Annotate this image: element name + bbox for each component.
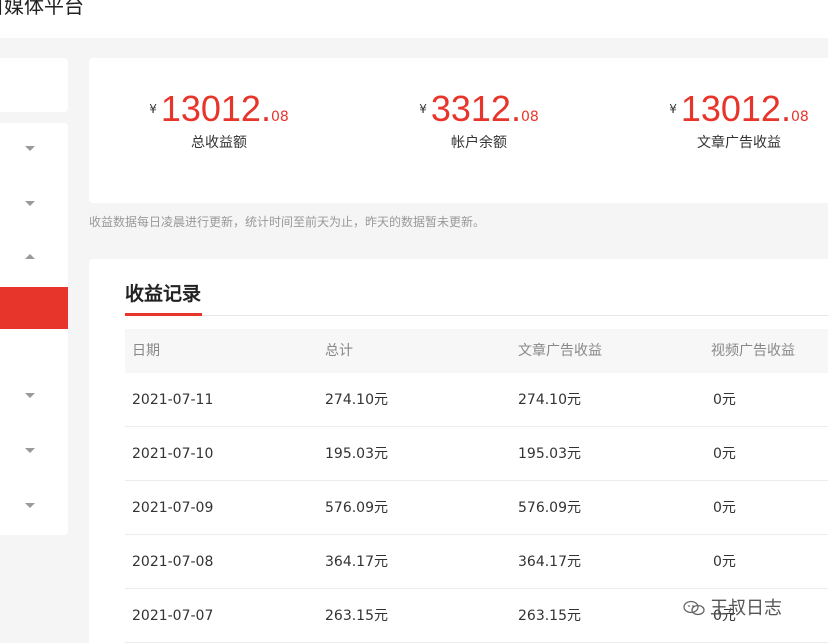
chevron-up-icon (25, 254, 35, 259)
cell-article-ad: 576.09元 (518, 500, 581, 516)
total-earnings-label: 总收益额 (191, 135, 247, 151)
cell-total: 274.10元 (325, 392, 388, 408)
sidebar-item-3[interactable] (0, 238, 68, 280)
cell-article-ad: 195.03元 (518, 446, 581, 462)
title-active-underline (125, 313, 202, 316)
account-balance-stat: ¥3312.08 帐户余额 (379, 88, 579, 152)
cell-date: 2021-07-10 (132, 446, 214, 462)
sidebar-item-6[interactable] (0, 430, 68, 472)
cell-video-ad: 0元 (713, 500, 736, 516)
cell-video-ad: 0元 (713, 446, 736, 462)
earnings-summary-card: ¥13012.08 总收益额 ¥3312.08 帐户余额 ¥13012.08 文… (89, 58, 828, 203)
amount-integer: 13012 (160, 88, 261, 129)
title-divider (125, 315, 828, 316)
currency-symbol: ¥ (669, 102, 677, 116)
article-ad-earnings-stat: ¥13012.08 文章广告收益 (639, 88, 828, 152)
chevron-down-icon (25, 201, 35, 206)
currency-symbol: ¥ (419, 102, 427, 116)
update-notice: 收益数据每日凌晨进行更新，统计时间至前天为止，昨天的数据暂未更新。 (89, 215, 486, 229)
column-header-article-ad: 文章广告收益 (518, 343, 602, 359)
amount-integer: 3312 (430, 88, 511, 129)
sidebar-item-1[interactable] (0, 128, 68, 170)
article-ad-earnings-label: 文章广告收益 (697, 135, 781, 151)
currency-symbol: ¥ (149, 102, 157, 116)
table-header: 日期 总计 文章广告收益 视频广告收益 (125, 329, 828, 373)
sidebar-item-5[interactable] (0, 375, 68, 417)
watermark-text: 王叔日志 (710, 598, 782, 619)
top-bar: 自媒体平台 (0, 0, 828, 38)
cell-article-ad: 274.10元 (518, 392, 581, 408)
cell-total: 364.17元 (325, 554, 388, 570)
amount-dot: . (260, 88, 271, 129)
records-title: 收益记录 (125, 283, 202, 305)
cell-video-ad: 0元 (713, 392, 736, 408)
amount-dot: . (510, 88, 521, 129)
amount-decimal: 08 (270, 109, 289, 125)
cell-date: 2021-07-08 (132, 554, 214, 570)
chevron-down-icon (25, 503, 35, 508)
cell-date: 2021-07-09 (132, 500, 214, 516)
column-header-date: 日期 (132, 343, 160, 359)
table-row: 2021-07-08 364.17元 364.17元 0元 (125, 535, 828, 589)
sidebar-item-2[interactable] (0, 183, 68, 225)
sidebar-top-card (0, 58, 68, 112)
cell-article-ad: 364.17元 (518, 554, 581, 570)
table-row: 2021-07-09 576.09元 576.09元 0元 (125, 481, 828, 535)
chevron-down-icon (25, 448, 35, 453)
cell-date: 2021-07-11 (132, 392, 214, 408)
chevron-down-icon (25, 393, 35, 398)
cell-total: 195.03元 (325, 446, 388, 462)
amount-integer: 13012 (680, 88, 781, 129)
column-header-total: 总计 (325, 343, 353, 359)
total-earnings-stat: ¥13012.08 总收益额 (119, 88, 319, 152)
watermark: 王叔日志 (682, 594, 782, 620)
cell-total: 263.15元 (325, 608, 388, 624)
column-header-video-ad: 视频广告收益 (711, 343, 795, 359)
earnings-records-card: 收益记录 日期 总计 文章广告收益 视频广告收益 2021-07-11 274.… (89, 259, 828, 643)
article-ad-earnings-amount: ¥13012.08 (639, 88, 828, 130)
amount-dot: . (780, 88, 791, 129)
cell-video-ad: 0元 (713, 554, 736, 570)
cell-date: 2021-07-07 (132, 608, 214, 624)
account-balance-amount: ¥3312.08 (379, 88, 579, 130)
account-balance-label: 帐户余额 (451, 135, 507, 151)
amount-decimal: 08 (790, 109, 809, 125)
table-row: 2021-07-10 195.03元 195.03元 0元 (125, 427, 828, 481)
amount-decimal: 08 (520, 109, 539, 125)
cell-article-ad: 263.15元 (518, 608, 581, 624)
table-row: 2021-07-11 274.10元 274.10元 0元 (125, 373, 828, 427)
total-earnings-amount: ¥13012.08 (119, 88, 319, 130)
app-title: 自媒体平台 (0, 0, 84, 18)
cell-total: 576.09元 (325, 500, 388, 516)
sidebar-item-7[interactable] (0, 485, 68, 527)
chevron-down-icon (25, 146, 35, 151)
sidebar-item-active[interactable] (0, 287, 68, 329)
wechat-icon (682, 600, 706, 616)
